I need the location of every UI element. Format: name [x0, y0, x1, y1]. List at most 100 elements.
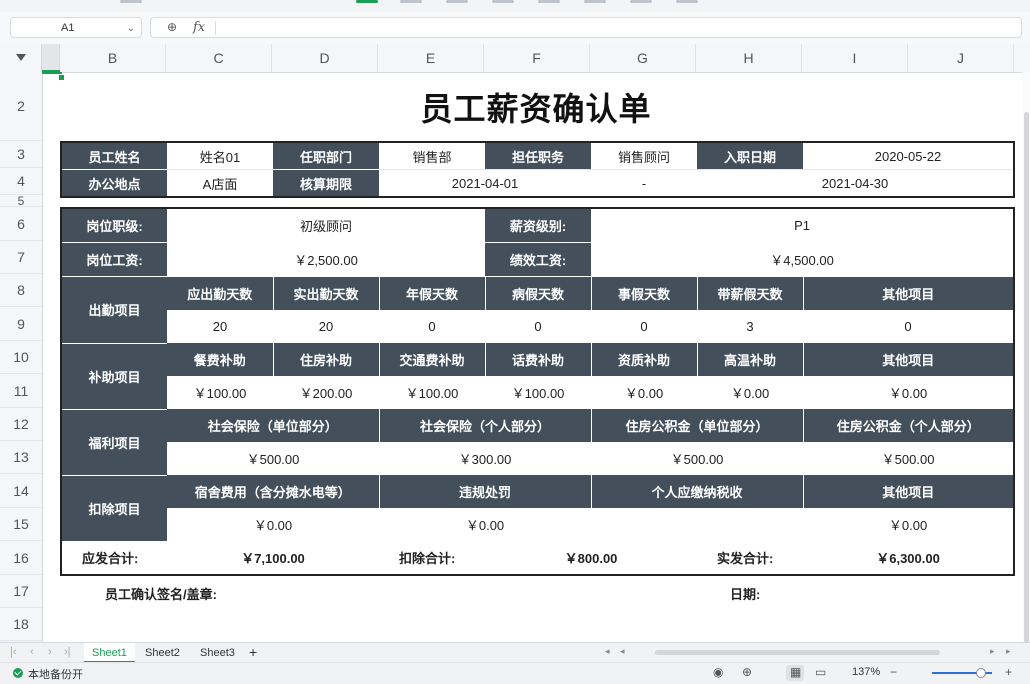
column-header-e[interactable]: E [378, 44, 484, 72]
row-header-16[interactable]: 16 [0, 541, 42, 575]
value-cell[interactable]: 20 [167, 310, 273, 343]
label-cell[interactable]: 绩效工资: [485, 242, 592, 277]
header-cell[interactable]: 事假天数 [590, 276, 698, 310]
header-cell[interactable]: 交通费补助 [378, 343, 486, 376]
value-cell[interactable]: ￥2,500.00 [167, 242, 486, 277]
value-cell[interactable]: 3 [697, 310, 804, 343]
tab-sheet3[interactable]: Sheet3 [192, 643, 243, 663]
header-cell[interactable]: 高温补助 [696, 343, 804, 376]
name-box[interactable]: A1 ⌄ [10, 17, 142, 38]
label-cell[interactable]: 入职日期 [697, 141, 803, 170]
zoom-slider[interactable] [932, 668, 992, 678]
value-cell[interactable]: ￥0.00 [697, 376, 804, 409]
row-header-8[interactable]: 8 [0, 274, 42, 307]
scroll-right-icon[interactable]: ▸ [1006, 646, 1011, 657]
crosshair-icon[interactable]: ⊕ [742, 665, 752, 679]
deduction-total-value[interactable]: ￥800.00 [485, 541, 698, 575]
row-header-10[interactable]: 10 [0, 341, 42, 374]
section-label-welfare[interactable]: 福利项目 [61, 408, 167, 475]
label-cell[interactable]: 员工姓名 [61, 141, 167, 170]
header-cell[interactable]: 社会保险（单位部分） [167, 409, 379, 442]
zoom-in-icon[interactable]: + [1005, 665, 1012, 679]
header-cell[interactable]: 社会保险（个人部分） [378, 409, 592, 442]
zoom-out-icon[interactable]: − [890, 665, 897, 679]
header-cell[interactable]: 其他项目 [802, 475, 1015, 508]
function-icon[interactable]: fx [193, 20, 205, 35]
value-cell[interactable]: 2020-05-22 [803, 141, 1014, 170]
header-cell[interactable]: 个人应缴纳税收 [590, 475, 804, 508]
label-cell[interactable]: 核算期限 [273, 169, 379, 197]
value-cell[interactable]: 初级顾问 [167, 208, 486, 243]
zoom-level[interactable]: 137% [852, 666, 880, 678]
ribbon-tab[interactable] [492, 0, 514, 3]
net-total-value[interactable]: ￥6,300.00 [803, 541, 1015, 575]
value-cell[interactable]: 姓名01 [167, 141, 273, 170]
horizontal-scrollbar[interactable] [655, 650, 940, 655]
column-header-d[interactable]: D [272, 44, 378, 72]
column-header-c[interactable]: C [166, 44, 272, 72]
formula-input[interactable]: ⊕ fx [150, 17, 1022, 38]
tab-sheet2[interactable]: Sheet2 [137, 643, 188, 663]
header-cell[interactable]: 住房公积金（单位部分） [590, 409, 804, 442]
section-label-deduction[interactable]: 扣除项目 [61, 474, 167, 541]
value-cell[interactable]: 2021-04-30 [697, 169, 1014, 197]
header-cell[interactable]: 年假天数 [378, 276, 486, 310]
value-cell[interactable]: ￥100.00 [485, 376, 592, 409]
ribbon-tab[interactable] [584, 0, 606, 3]
gross-total-value[interactable]: ￥7,100.00 [167, 541, 379, 575]
value-cell[interactable]: ￥0.00 [167, 508, 379, 541]
row-header-4[interactable]: 4 [0, 168, 42, 195]
value-cell[interactable]: - [591, 169, 697, 197]
value-cell[interactable] [591, 508, 804, 541]
gross-total-label[interactable]: 应发合计: [61, 541, 167, 575]
column-header-g[interactable]: G [590, 44, 696, 72]
value-cell[interactable]: 0 [591, 310, 698, 343]
header-cell[interactable]: 宿舍费用（含分摊水电等） [167, 475, 379, 508]
backup-status[interactable]: 本地备份开 [28, 666, 83, 682]
row-header-15[interactable]: 15 [0, 508, 42, 541]
first-sheet-icon[interactable]: |‹ [10, 646, 17, 658]
row-header-11[interactable]: 11 [0, 374, 42, 408]
column-header-b[interactable]: B [60, 44, 166, 72]
row-header-14[interactable]: 14 [0, 474, 42, 508]
ribbon-tab[interactable] [120, 0, 142, 3]
section-label-attendance[interactable]: 出勤项目 [61, 276, 167, 343]
value-cell[interactable]: ￥100.00 [167, 376, 273, 409]
row-header-12[interactable]: 12 [0, 408, 42, 441]
value-cell[interactable]: 销售顾问 [591, 141, 697, 170]
value-cell[interactable]: P1 [591, 208, 1015, 243]
header-cell[interactable]: 带薪假天数 [696, 276, 804, 310]
header-cell[interactable]: 资质补助 [590, 343, 698, 376]
header-cell[interactable]: 其他项目 [802, 343, 1015, 376]
net-total-label[interactable]: 实发合计: [697, 541, 804, 575]
last-sheet-icon[interactable]: ›| [64, 646, 71, 658]
value-cell[interactable]: ￥0.00 [591, 376, 698, 409]
vertical-scrollbar[interactable] [1022, 72, 1030, 662]
value-cell[interactable]: ￥200.00 [273, 376, 379, 409]
value-cell[interactable]: 0 [803, 310, 1015, 343]
value-cell[interactable]: ￥500.00 [803, 442, 1015, 475]
header-cell[interactable]: 应出勤天数 [167, 276, 273, 310]
row-header-13[interactable]: 13 [0, 441, 42, 474]
value-cell[interactable]: 0 [485, 310, 592, 343]
label-cell[interactable]: 担任职务 [485, 141, 591, 170]
label-cell[interactable]: 岗位职级: [61, 208, 167, 243]
value-cell[interactable]: ￥500.00 [167, 442, 379, 475]
column-header-f[interactable]: F [484, 44, 590, 72]
row-header-7[interactable]: 7 [0, 241, 42, 274]
label-cell[interactable]: 任职部门 [273, 141, 379, 170]
select-all-corner[interactable] [0, 44, 42, 72]
magnifier-icon[interactable]: ⊕ [167, 20, 177, 34]
scroll-left-icon[interactable]: ◂ [605, 646, 610, 657]
value-cell[interactable]: ￥0.00 [803, 376, 1015, 409]
row-header-9[interactable]: 9 [0, 307, 42, 341]
column-header-i[interactable]: I [802, 44, 908, 72]
ribbon-tab[interactable] [676, 0, 698, 3]
label-cell[interactable]: 薪资级别: [485, 208, 592, 243]
ribbon-tab-active[interactable] [356, 0, 378, 3]
scroll-left-icon[interactable]: ◂ [620, 646, 625, 657]
row-header-3[interactable]: 3 [0, 141, 42, 168]
value-cell[interactable]: 2021-04-01 [379, 169, 591, 197]
value-cell[interactable]: ￥300.00 [379, 442, 592, 475]
page-view-icon[interactable]: ▭ [815, 665, 826, 679]
